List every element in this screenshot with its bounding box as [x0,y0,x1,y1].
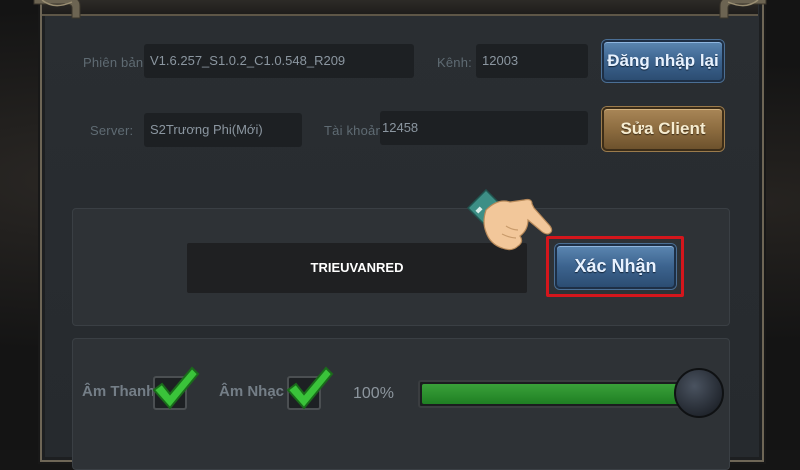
volume-slider-knob[interactable] [674,368,724,418]
version-field: V1.6.257_S1.0.2_C1.0.548_R209 [144,44,414,78]
server-field: S2Trương Phi(Mới) [144,113,302,147]
frame-corner-ornament-left [33,0,81,19]
pointing-hand-icon [466,188,553,251]
edit-client-button[interactable]: Sửa Client [602,107,724,151]
sound-check-icon [152,366,200,410]
volume-percent: 100% [353,385,394,402]
relogin-button[interactable]: Đăng nhập lại [602,40,724,82]
account-label: Tài khoản: [324,123,387,138]
music-check-icon [286,366,334,410]
panel-top-frame [42,0,758,16]
frame-corner-ornament-right [719,0,767,19]
music-label: Âm Nhạc [219,383,285,400]
channel-field: 12003 [476,44,588,78]
confirm-button[interactable]: Xác Nhận [555,244,676,289]
account-field: 12458 [380,111,588,145]
volume-slider-fill [422,384,680,404]
channel-label: Kênh: [437,55,472,70]
volume-slider[interactable] [418,380,700,408]
server-label: Server: [90,123,134,138]
sound-label: Âm Thanh [82,383,156,400]
version-label: Phiên bản: [83,55,148,70]
